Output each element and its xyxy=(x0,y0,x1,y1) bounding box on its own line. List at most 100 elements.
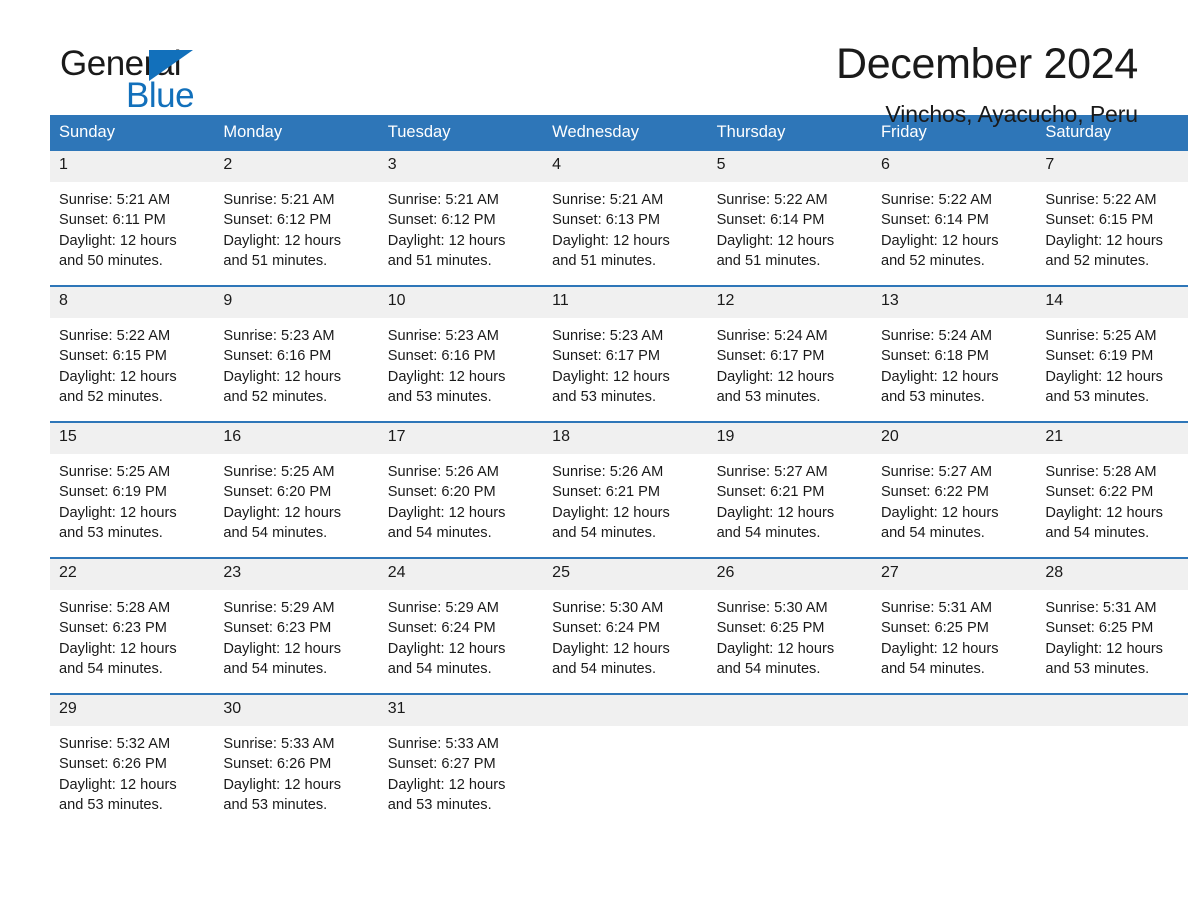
sunrise-text: Sunrise: 5:25 AM xyxy=(1045,328,1157,344)
sunset-text: Sunset: 6:17 PM xyxy=(552,348,661,365)
sunset-text: Sunset: 6:16 PM xyxy=(223,348,332,365)
day-details: Sunrise: 5:29 AM Sunset: 6:23 PM Dayligh… xyxy=(214,590,378,679)
day-cell[interactable]: 22 Sunrise: 5:28 AM Sunset: 6:23 PM Dayl… xyxy=(50,557,215,694)
day-cell[interactable]: 15 Sunrise: 5:25 AM Sunset: 6:19 PM Dayl… xyxy=(50,421,215,558)
sunrise-text: Sunrise: 5:25 AM xyxy=(223,464,335,480)
day-number: 16 xyxy=(214,423,379,454)
sunset-text: Sunset: 6:12 PM xyxy=(387,212,496,229)
day-cell[interactable]: 29 Sunrise: 5:32 AM Sunset: 6:26 PM Dayl… xyxy=(50,693,215,829)
day-number: 2 xyxy=(214,151,379,182)
day-cell[interactable]: 17 Sunrise: 5:26 AM Sunset: 6:20 PM Dayl… xyxy=(378,421,544,558)
day-cell[interactable]: 16 Sunrise: 5:25 AM Sunset: 6:20 PM Dayl… xyxy=(214,421,379,558)
daylight-text-line2: and 53 minutes. xyxy=(880,388,985,405)
sunset-text: Sunset: 6:23 PM xyxy=(59,620,167,637)
sunrise-text: Sunrise: 5:31 AM xyxy=(1045,600,1157,616)
day-number: 21 xyxy=(1036,423,1188,454)
sunset-text: Sunset: 6:26 PM xyxy=(59,756,167,773)
sunrise-text: Sunrise: 5:21 AM xyxy=(59,192,171,208)
day-number: 27 xyxy=(871,559,1037,590)
daylight-text-line1: Daylight: 12 hours xyxy=(716,640,835,657)
day-cell[interactable]: 11 Sunrise: 5:23 AM Sunset: 6:17 PM Dayl… xyxy=(543,285,708,422)
daylight-text-line1: Daylight: 12 hours xyxy=(552,640,670,657)
week-row: 1 Sunrise: 5:21 AM Sunset: 6:11 PM Dayli… xyxy=(50,151,1188,286)
day-number: 28 xyxy=(1036,559,1188,590)
day-details: Sunrise: 5:21 AM Sunset: 6:12 PM Dayligh… xyxy=(379,182,543,271)
day-number: 6 xyxy=(871,151,1037,182)
daylight-text-line2: and 52 minutes. xyxy=(1045,252,1150,269)
day-number: 9 xyxy=(214,287,379,318)
day-cell[interactable]: 14 Sunrise: 5:25 AM Sunset: 6:19 PM Dayl… xyxy=(1036,285,1188,422)
daylight-text-line2: and 53 minutes. xyxy=(387,388,492,405)
day-cell-empty xyxy=(543,693,708,829)
week-row: 29 Sunrise: 5:32 AM Sunset: 6:26 PM Dayl… xyxy=(50,693,1188,829)
daylight-text-line1: Daylight: 12 hours xyxy=(880,368,999,385)
day-number xyxy=(1036,695,1188,726)
day-cell[interactable]: 12 Sunrise: 5:24 AM Sunset: 6:17 PM Dayl… xyxy=(707,285,872,422)
day-number: 15 xyxy=(50,423,215,454)
day-number: 25 xyxy=(543,559,708,590)
day-number: 19 xyxy=(707,423,872,454)
day-number: 24 xyxy=(378,559,544,590)
generalblue-logo: General Blue xyxy=(50,42,250,114)
sunset-text: Sunset: 6:12 PM xyxy=(223,212,332,229)
day-number: 8 xyxy=(50,287,215,318)
daylight-text-line2: and 54 minutes. xyxy=(59,660,163,677)
sunrise-text: Sunrise: 5:27 AM xyxy=(716,464,828,480)
day-details: Sunrise: 5:27 AM Sunset: 6:21 PM Dayligh… xyxy=(708,454,872,543)
daylight-text-line1: Daylight: 12 hours xyxy=(387,776,506,793)
sunrise-text: Sunrise: 5:33 AM xyxy=(223,736,335,752)
daylight-text-line1: Daylight: 12 hours xyxy=(1045,640,1163,657)
day-cell[interactable]: 2 Sunrise: 5:21 AM Sunset: 6:12 PM Dayli… xyxy=(214,151,379,286)
day-details: Sunrise: 5:22 AM Sunset: 6:15 PM Dayligh… xyxy=(1036,182,1188,271)
daylight-text-line2: and 54 minutes. xyxy=(716,660,821,677)
day-details: Sunrise: 5:32 AM Sunset: 6:26 PM Dayligh… xyxy=(50,726,214,815)
day-cell[interactable]: 8 Sunrise: 5:22 AM Sunset: 6:15 PM Dayli… xyxy=(50,285,215,422)
day-cell[interactable]: 13 Sunrise: 5:24 AM Sunset: 6:18 PM Dayl… xyxy=(871,285,1037,422)
sunrise-text: Sunrise: 5:28 AM xyxy=(59,600,171,616)
day-cell[interactable]: 1 Sunrise: 5:21 AM Sunset: 6:11 PM Dayli… xyxy=(50,151,215,286)
day-details: Sunrise: 5:21 AM Sunset: 6:12 PM Dayligh… xyxy=(214,182,378,271)
day-cell[interactable]: 10 Sunrise: 5:23 AM Sunset: 6:16 PM Dayl… xyxy=(378,285,544,422)
day-number xyxy=(543,695,708,726)
day-cell[interactable]: 25 Sunrise: 5:30 AM Sunset: 6:24 PM Dayl… xyxy=(543,557,708,694)
calendar-table: Sunday Monday Tuesday Wednesday Thursday… xyxy=(50,115,1188,829)
daylight-text-line2: and 53 minutes. xyxy=(387,796,492,813)
day-cell[interactable]: 28 Sunrise: 5:31 AM Sunset: 6:25 PM Dayl… xyxy=(1036,557,1188,694)
daylight-text-line2: and 53 minutes. xyxy=(1045,660,1150,677)
day-cell[interactable]: 26 Sunrise: 5:30 AM Sunset: 6:25 PM Dayl… xyxy=(707,557,872,694)
day-details: Sunrise: 5:29 AM Sunset: 6:24 PM Dayligh… xyxy=(379,590,543,679)
day-cell[interactable]: 24 Sunrise: 5:29 AM Sunset: 6:24 PM Dayl… xyxy=(378,557,544,694)
day-cell[interactable]: 4 Sunrise: 5:21 AM Sunset: 6:13 PM Dayli… xyxy=(543,151,708,286)
day-cell[interactable]: 5 Sunrise: 5:22 AM Sunset: 6:14 PM Dayli… xyxy=(707,151,872,286)
daylight-text-line2: and 51 minutes. xyxy=(223,252,328,269)
daylight-text-line1: Daylight: 12 hours xyxy=(59,776,177,793)
daylight-text-line2: and 52 minutes. xyxy=(223,388,328,405)
day-details: Sunrise: 5:23 AM Sunset: 6:16 PM Dayligh… xyxy=(214,318,378,407)
day-cell[interactable]: 30 Sunrise: 5:33 AM Sunset: 6:26 PM Dayl… xyxy=(214,693,379,829)
day-cell[interactable]: 3 Sunrise: 5:21 AM Sunset: 6:12 PM Dayli… xyxy=(378,151,544,286)
day-cell[interactable]: 31 Sunrise: 5:33 AM Sunset: 6:27 PM Dayl… xyxy=(378,693,544,829)
day-cell[interactable]: 19 Sunrise: 5:27 AM Sunset: 6:21 PM Dayl… xyxy=(707,421,872,558)
day-cell[interactable]: 21 Sunrise: 5:28 AM Sunset: 6:22 PM Dayl… xyxy=(1036,421,1188,558)
day-cell[interactable]: 23 Sunrise: 5:29 AM Sunset: 6:23 PM Dayl… xyxy=(214,557,379,694)
day-details: Sunrise: 5:28 AM Sunset: 6:22 PM Dayligh… xyxy=(1036,454,1188,543)
day-cell[interactable]: 6 Sunrise: 5:22 AM Sunset: 6:14 PM Dayli… xyxy=(871,151,1037,286)
day-cell[interactable]: 27 Sunrise: 5:31 AM Sunset: 6:25 PM Dayl… xyxy=(871,557,1037,694)
calendar-page: General Blue December 2024 Vinchos, Ayac… xyxy=(0,0,1188,918)
day-details: Sunrise: 5:24 AM Sunset: 6:18 PM Dayligh… xyxy=(872,318,1036,407)
day-number: 22 xyxy=(50,559,215,590)
day-cell[interactable]: 7 Sunrise: 5:22 AM Sunset: 6:15 PM Dayli… xyxy=(1036,151,1188,286)
day-cell[interactable]: 20 Sunrise: 5:27 AM Sunset: 6:22 PM Dayl… xyxy=(871,421,1037,558)
day-details: Sunrise: 5:22 AM Sunset: 6:14 PM Dayligh… xyxy=(708,182,872,271)
day-number: 29 xyxy=(50,695,215,726)
day-cell-empty xyxy=(707,693,872,829)
daylight-text-line1: Daylight: 12 hours xyxy=(880,640,999,657)
sunset-text: Sunset: 6:19 PM xyxy=(59,484,167,501)
sunset-text: Sunset: 6:13 PM xyxy=(552,212,661,229)
daylight-text-line2: and 54 minutes. xyxy=(223,524,328,541)
sunset-text: Sunset: 6:25 PM xyxy=(716,620,825,637)
daylight-text-line1: Daylight: 12 hours xyxy=(223,504,342,521)
day-number: 17 xyxy=(378,423,544,454)
day-cell[interactable]: 9 Sunrise: 5:23 AM Sunset: 6:16 PM Dayli… xyxy=(214,285,379,422)
day-cell[interactable]: 18 Sunrise: 5:26 AM Sunset: 6:21 PM Dayl… xyxy=(543,421,708,558)
